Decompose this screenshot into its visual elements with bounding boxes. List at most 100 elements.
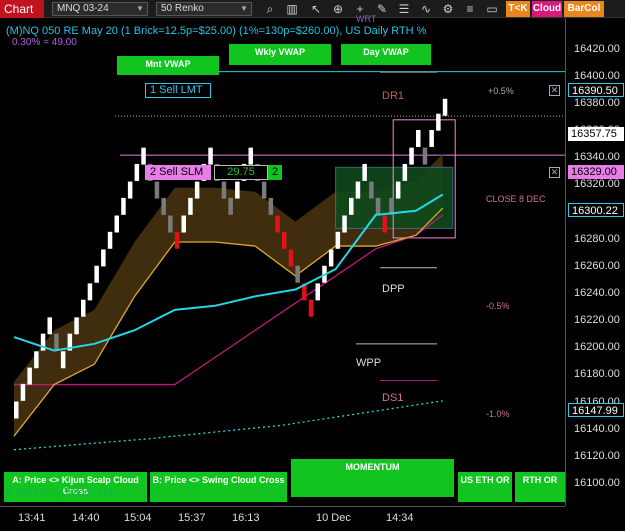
renko-brick xyxy=(74,317,79,335)
price-tick-label: 16260.00 xyxy=(574,259,620,272)
zoom-icon[interactable]: ⊕ xyxy=(330,1,346,17)
time-tick-label: 14:34 xyxy=(386,512,414,524)
renko-brick xyxy=(395,181,401,199)
renko-brick xyxy=(114,215,119,233)
day-vwap-button[interactable]: Day VWAP xyxy=(341,44,431,65)
ds1-label: DS1 xyxy=(382,392,404,404)
renko-brick xyxy=(349,197,354,215)
chart-canvas xyxy=(13,71,565,451)
mnt-vwap-button[interactable]: Mnt VWAP xyxy=(117,56,219,75)
dr1-label: DR1 xyxy=(382,90,405,102)
close-order-icon[interactable]: ✕ xyxy=(549,85,560,96)
renko-brick xyxy=(174,231,180,249)
renko-brick xyxy=(221,181,227,199)
pct-minus-05-label: -0.5% xyxy=(486,301,510,311)
draw-icon[interactable]: ✎ xyxy=(374,1,390,17)
time-tick-label: 10 Dec xyxy=(316,512,351,524)
time-tick-label: 15:37 xyxy=(178,512,206,524)
renko-brick xyxy=(308,299,314,317)
instrument-value: MNQ 03-24 xyxy=(57,3,109,14)
rth-or-button[interactable]: RTH OR xyxy=(515,472,565,502)
time-tick-label: 13:41 xyxy=(18,512,46,524)
sell-slm-order[interactable]: 2 Sell SLM xyxy=(145,165,211,180)
time-tick-label: 14:40 xyxy=(72,512,100,524)
price-tick-label: 16200.00 xyxy=(574,341,620,354)
price-tick-label: 16420.00 xyxy=(574,42,620,55)
period-value: 50 Renko xyxy=(161,3,204,14)
us-eth-or-button[interactable]: US ETH OR xyxy=(458,472,512,502)
pct-plus-05-label: +0.5% xyxy=(488,86,514,96)
renko-brick xyxy=(355,181,361,199)
properties-icon[interactable]: ☰ xyxy=(396,1,412,17)
barcol-button[interactable]: BarCol xyxy=(564,1,604,17)
cursor-icon[interactable]: ↖ xyxy=(308,1,324,17)
renko-brick xyxy=(154,181,160,199)
chevron-down-icon: ▼ xyxy=(136,4,144,13)
renko-brick xyxy=(382,215,387,233)
renko-brick xyxy=(134,163,140,181)
renko-brick xyxy=(248,147,253,165)
sell-lmt-order[interactable]: 1 Sell LMT xyxy=(145,83,211,98)
renko-brick xyxy=(335,231,341,249)
renko-brick xyxy=(81,299,86,317)
pct-minus-10-label: -1.0% xyxy=(486,409,510,419)
lines-icon[interactable]: ≡ xyxy=(462,1,478,17)
data-box-icon[interactable]: ▭ xyxy=(484,1,500,17)
renko-brick xyxy=(54,333,59,351)
renko-brick xyxy=(261,181,267,199)
price-axis[interactable]: 16420.0016400.0016380.0016360.0016340.00… xyxy=(565,18,625,506)
renko-brick xyxy=(194,181,200,199)
sell-slm-price[interactable]: 29.75 xyxy=(214,165,268,180)
search-icon[interactable]: ⌕ xyxy=(262,1,278,17)
swing-cloud-button[interactable]: B: Price <> Swing Cloud Cross xyxy=(150,472,287,502)
momentum-button[interactable]: MOMENTUM xyxy=(291,459,454,497)
renko-brick xyxy=(168,215,173,233)
chart-subheader-text: 0.30% = 49.00 xyxy=(12,37,77,48)
renko-brick xyxy=(20,383,26,401)
renko-brick xyxy=(416,130,421,147)
renko-brick xyxy=(275,215,280,233)
renko-brick xyxy=(101,249,106,267)
renko-brick xyxy=(188,197,193,215)
renko-brick xyxy=(422,147,428,165)
vwap-price-box: 16300.22 xyxy=(568,203,624,217)
renko-brick xyxy=(235,181,240,199)
renko-brick xyxy=(315,283,320,301)
renko-brick xyxy=(288,249,294,267)
strategies-icon[interactable]: ⚙ xyxy=(440,1,456,17)
price-tick-label: 16320.00 xyxy=(574,178,620,191)
indicators-icon[interactable]: ∿ xyxy=(418,1,434,17)
renko-brick xyxy=(94,265,99,283)
bars-icon[interactable]: ▥ xyxy=(284,1,300,17)
renko-brick xyxy=(442,98,448,116)
cloud-button[interactable]: Cloud xyxy=(532,1,562,17)
renko-brick xyxy=(121,197,126,215)
dotted-line xyxy=(13,400,443,451)
dpp-label: DPP xyxy=(382,283,405,295)
instrument-selector[interactable]: MNQ 03-24 ▼ xyxy=(52,2,148,16)
price-tick-label: 16220.00 xyxy=(574,314,620,327)
chart-panel[interactable] xyxy=(0,18,565,506)
chart-header-text: (M)NQ 050 RE May 20 (1 Brick=12.5p=$25.0… xyxy=(6,25,427,37)
price-tick-label: 16240.00 xyxy=(574,286,620,299)
close-order-icon[interactable]: ✕ xyxy=(549,167,560,178)
tk-button[interactable]: T<K xyxy=(506,1,530,17)
time-tick-label: 15:04 xyxy=(124,512,152,524)
chart-toolbar: Chart MNQ 03-24 ▼ 50 Renko ▼ ⌕ ▥ ↖ ⊕ + ✎… xyxy=(0,0,625,18)
renko-brick xyxy=(208,147,213,165)
price-tick-label: 16180.00 xyxy=(574,368,620,381)
time-axis[interactable]: 13:41 14:40 15:04 15:37 16:13 10 Dec 14:34 xyxy=(0,506,565,531)
sell-slm-qty[interactable]: 2 xyxy=(268,165,282,180)
chevron-down-icon: ▼ xyxy=(240,4,248,13)
renko-brick xyxy=(60,351,66,369)
period-selector[interactable]: 50 Renko ▼ xyxy=(156,2,252,16)
last-price-box: 16357.75 xyxy=(568,127,624,141)
renko-brick xyxy=(141,147,146,165)
renko-brick xyxy=(282,231,287,249)
price-tick-label: 16280.00 xyxy=(574,232,620,245)
wkly-vwap-button[interactable]: Wkly VWAP xyxy=(229,44,331,65)
renko-brick xyxy=(34,351,39,369)
price-tick-label: 16380.00 xyxy=(574,96,620,109)
renko-brick xyxy=(127,181,133,199)
renko-brick xyxy=(47,317,52,335)
